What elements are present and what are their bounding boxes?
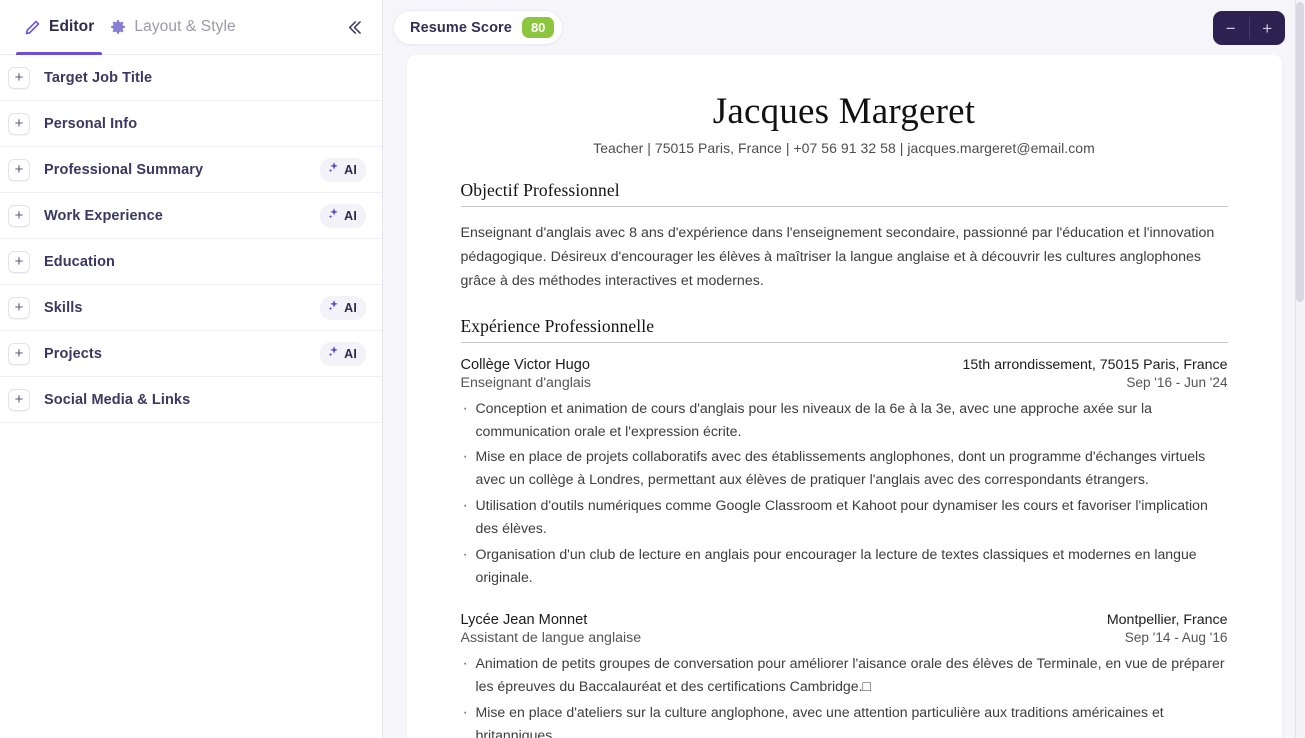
tab-layout-style[interactable]: Layout & Style <box>102 0 243 55</box>
resume-score-button[interactable]: Resume Score 80 <box>393 9 564 46</box>
experience-bullet: Conception et animation de cours d'angla… <box>461 396 1228 443</box>
resume-section-objective: Objectif Professionnel Enseignant d'angl… <box>460 180 1228 294</box>
ai-badge-label: AI <box>344 208 357 223</box>
plus-icon[interactable]: + <box>8 296 30 319</box>
experience-bullet: Mise en place de projets collaboratifs a… <box>461 444 1228 491</box>
experience-bullet: Organisation d'un club de lecture en ang… <box>461 542 1228 589</box>
resume-score-badge: 80 <box>521 16 555 39</box>
ai-badge-label: AI <box>344 346 357 361</box>
sidebar-item-label: Work Experience <box>44 207 163 224</box>
sidebar-item-label: Target Job Title <box>44 69 153 86</box>
preview-pane: Resume Score 80 − + Jacques Margeret Tea… <box>383 0 1305 738</box>
sidebar-item-label: Skills <box>44 299 83 316</box>
ai-badge-label: AI <box>344 300 357 315</box>
experience-location: Montpellier, France <box>1106 612 1228 629</box>
pencil-icon <box>24 19 41 36</box>
sidebar-item-social-media-links[interactable]: + Social Media & Links <box>0 377 382 423</box>
experience-location: 15th arrondissement, 75015 Paris, France <box>962 356 1228 373</box>
experience-dates: Sep '16 - Jun '24 <box>1126 374 1228 390</box>
plus-icon[interactable]: + <box>8 342 30 365</box>
experience-role: Enseignant d'anglais <box>460 374 592 391</box>
plus-icon[interactable]: + <box>8 250 30 273</box>
ai-assist-button[interactable]: AI <box>320 203 366 228</box>
experience-role: Assistant de langue anglaise <box>460 630 642 647</box>
resume-document[interactable]: Jacques Margeret Teacher | 75015 Paris, … <box>406 55 1282 738</box>
sidebar-item-target-job-title[interactable]: + Target Job Title <box>0 55 382 101</box>
resume-builder-app: Editor Layout & Style + Target Job Title… <box>0 0 1305 738</box>
plus-icon[interactable]: + <box>8 388 30 411</box>
resume-section-title: Expérience Professionnelle <box>460 316 1228 343</box>
resume-contact-line: Teacher | 75015 Paris, France | +07 56 9… <box>593 139 1095 156</box>
ai-assist-button[interactable]: AI <box>320 157 366 182</box>
experience-bullet: Utilisation d'outils numériques comme Go… <box>461 493 1228 540</box>
resume-objective-text: Enseignant d'anglais avec 8 ans d'expéri… <box>460 224 1215 290</box>
sidebar-item-label: Social Media & Links <box>44 391 191 408</box>
sidebar-item-label: Education <box>44 253 115 270</box>
resume-section-experience: Expérience Professionnelle Collège Victo… <box>460 316 1228 738</box>
tab-editor[interactable]: Editor <box>16 0 103 55</box>
sidebar-item-label: Personal Info <box>44 115 138 132</box>
experience-subheader-row: Assistant de langue anglaise Sep '14 - A… <box>461 630 1228 646</box>
sidebar-item-label: Projects <box>44 345 103 362</box>
experience-organization: Lycée Jean Monnet <box>460 612 588 629</box>
sidebar-section-list: + Target Job Title + Personal Info + Pro… <box>0 55 382 738</box>
experience-header-row: Lycée Jean Monnet Montpellier, France <box>461 612 1228 628</box>
resume-score-label: Resume Score <box>410 19 512 36</box>
sparkle-icon <box>327 299 340 317</box>
ai-badge-label: AI <box>344 162 357 177</box>
plus-icon[interactable]: + <box>8 204 30 227</box>
resume-candidate-name: Jacques Margeret <box>712 91 976 132</box>
plus-icon[interactable]: + <box>8 66 30 89</box>
experience-entry: Collège Victor Hugo 15th arrondissement,… <box>461 357 1228 589</box>
ai-assist-button[interactable]: AI <box>320 295 366 320</box>
sidebar-item-projects[interactable]: + Projects AI <box>0 331 382 377</box>
tab-layout-style-label: Layout & Style <box>134 18 236 35</box>
zoom-out-button[interactable]: − <box>1213 11 1249 45</box>
experience-bullet-list: Animation de petits groupes de conversat… <box>461 651 1228 738</box>
sidebar-item-personal-info[interactable]: + Personal Info <box>0 101 382 147</box>
sparkle-icon <box>327 345 340 363</box>
experience-bullet: Mise en place d'ateliers sur la culture … <box>461 700 1228 738</box>
tab-editor-label: Editor <box>49 18 95 35</box>
sidebar-item-professional-summary[interactable]: + Professional Summary AI <box>0 147 382 193</box>
sidebar-item-education[interactable]: + Education <box>0 239 382 285</box>
experience-bullet: Animation de petits groupes de conversat… <box>461 651 1228 698</box>
experience-subheader-row: Enseignant d'anglais Sep '16 - Jun '24 <box>461 375 1228 391</box>
experience-dates: Sep '14 - Aug '16 <box>1124 630 1228 646</box>
preview-scrollbar-thumb[interactable] <box>1296 2 1304 302</box>
plus-icon[interactable]: + <box>8 158 30 181</box>
experience-header-row: Collège Victor Hugo 15th arrondissement,… <box>461 357 1228 373</box>
zoom-controls: − + <box>1213 11 1285 45</box>
resume-section-title: Objectif Professionnel <box>460 180 1228 207</box>
sidebar-item-work-experience[interactable]: + Work Experience AI <box>0 193 382 239</box>
experience-organization: Collège Victor Hugo <box>460 356 591 373</box>
sidebar-tab-bar: Editor Layout & Style <box>0 0 382 55</box>
sparkle-icon <box>327 207 340 225</box>
sidebar-item-skills[interactable]: + Skills AI <box>0 285 382 331</box>
sidebar-item-label: Professional Summary <box>44 161 204 178</box>
plus-icon[interactable]: + <box>8 112 30 135</box>
resume-canvas: Jacques Margeret Teacher | 75015 Paris, … <box>383 55 1305 738</box>
preview-scrollbar-track[interactable] <box>1295 0 1305 738</box>
experience-bullet-list: Conception et animation de cours d'angla… <box>461 396 1228 589</box>
sparkle-icon <box>327 161 340 179</box>
chevron-double-left-icon[interactable] <box>340 13 368 41</box>
editor-sidebar: Editor Layout & Style + Target Job Title… <box>0 0 383 738</box>
ai-assist-button[interactable]: AI <box>320 341 366 366</box>
experience-entry: Lycée Jean Monnet Montpellier, France As… <box>461 612 1228 738</box>
preview-toolbar: Resume Score 80 − + <box>383 0 1305 55</box>
gear-icon <box>110 19 126 35</box>
zoom-in-button[interactable]: + <box>1249 11 1285 45</box>
